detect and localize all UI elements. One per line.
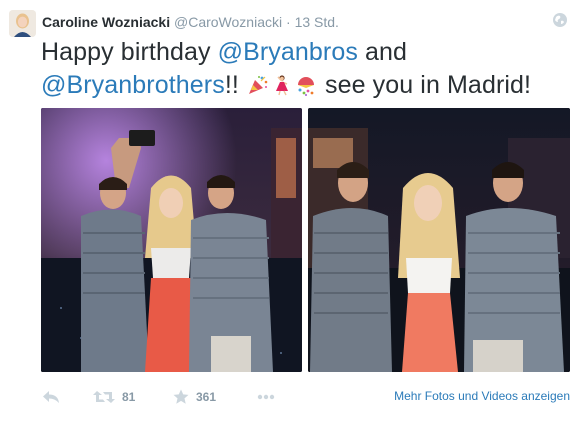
globe-icon[interactable] (552, 12, 568, 28)
tweet-text-part: see you in Madrid! (317, 71, 532, 99)
reply-button[interactable] (42, 387, 60, 407)
tweet-text-part: !! (224, 71, 246, 99)
tweet-text-part: Happy birthday (41, 38, 218, 66)
tweet-actions: 81 361 Mehr Fotos und Videos anzeigen (0, 383, 580, 411)
retweet-icon (93, 391, 115, 403)
favorite-count: 361 (196, 390, 217, 404)
mention-link-bryanbros[interactable]: @Bryanbros (218, 38, 358, 66)
tweet-timestamp[interactable]: 13 Std. (295, 14, 339, 30)
tweet-text: Happy birthday @Bryanbros and @Bryanbrot… (41, 36, 571, 102)
favorite-button[interactable]: 361 (173, 387, 216, 407)
mention-link-bryanbrothers[interactable]: @Bryanbrothers (41, 71, 225, 99)
tweet-text-part: and (357, 38, 407, 66)
star-icon (173, 389, 189, 404)
confetti-ball-icon (297, 77, 314, 96)
avatar[interactable] (9, 10, 36, 37)
retweet-count: 81 (122, 390, 136, 404)
party-popper-icon (248, 76, 268, 94)
user-handle[interactable]: @CaroWozniacki (174, 14, 282, 30)
tweet-header: Caroline Wozniacki @CaroWozniacki · 13 S… (42, 13, 339, 31)
more-icon (257, 394, 275, 400)
dancer-icon (275, 75, 288, 96)
separator-dot: · (286, 14, 291, 30)
retweet-button[interactable]: 81 (93, 387, 135, 407)
more-media-link[interactable]: Mehr Fotos und Videos anzeigen (394, 389, 570, 403)
display-name[interactable]: Caroline Wozniacki (42, 14, 170, 30)
more-options-button[interactable] (257, 387, 275, 407)
tweet-photo-group[interactable] (308, 108, 570, 372)
tweet-photo-selfie[interactable] (41, 108, 302, 372)
reply-icon (43, 391, 59, 403)
